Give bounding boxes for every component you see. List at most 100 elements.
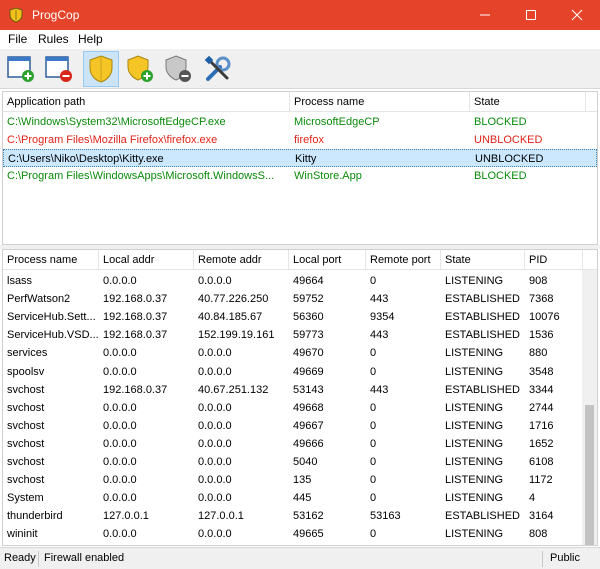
rule-process-cell: Kitty [295, 153, 317, 165]
remove-rule-button[interactable] [41, 51, 77, 87]
cell-local-addr: 0.0.0.0 [103, 437, 137, 450]
col-process-name[interactable]: Process name [3, 250, 99, 270]
cell-local-addr: 0.0.0.0 [103, 474, 137, 487]
cell-local-port: 49665 [293, 528, 324, 541]
cell-remote-addr: 127.0.0.1 [198, 510, 244, 523]
connection-row[interactable]: wininit 0.0.0.0 0.0.0.0 49665 0 LISTENING 808 [3, 525, 597, 543]
col-state[interactable]: State [470, 92, 586, 112]
shield-remove-button[interactable] [160, 51, 196, 87]
col-remote-port[interactable]: Remote port [366, 250, 441, 270]
col-local-port[interactable]: Local port [289, 250, 366, 270]
cell-remote-port: 443 [370, 329, 389, 342]
cell-remote-addr: 40.77.226.250 [198, 293, 269, 306]
connection-row[interactable]: lsass 0.0.0.0 0.0.0.0 49664 0 LISTENING 908 [3, 272, 597, 290]
cell-state: LISTENING [445, 419, 504, 432]
cell-remote-port: 0 [370, 275, 377, 287]
rule-row[interactable]: C:\Users\Niko\Desktop\Kitty.exe Kitty UNBL… [3, 149, 597, 167]
cell-pid: 7368 [529, 293, 554, 306]
connection-row[interactable]: svchost 0.0.0.0 0.0.0.0 49666 0 LISTENING 1652 [3, 435, 597, 453]
cell-remote-port: 53163 [370, 510, 401, 523]
rule-state-cell: BLOCKED [474, 116, 527, 128]
cell-process-name: svchost [7, 401, 45, 414]
connection-row[interactable]: svchost 192.168.0.37 40.67.251.132 53143 443… [3, 381, 597, 399]
col-process-name[interactable]: Process name [290, 92, 470, 112]
connection-row[interactable]: svchost 0.0.0.0 0.0.0.0 49667 0 LISTENING 1716 [3, 417, 597, 435]
cell-pid: 3548 [529, 365, 554, 378]
cell-state: LISTENING [445, 437, 504, 450]
cell-remote-port: 0 [370, 492, 377, 505]
cell-process-name: PerfWatson2 [7, 293, 71, 306]
rule-path-cell: C:\Windows\System32\MicrosoftEdgeCP.exe [7, 116, 226, 128]
close-icon [571, 9, 583, 21]
cell-local-addr: 0.0.0.0 [103, 492, 137, 505]
status-separator [38, 551, 39, 567]
connection-row[interactable]: svchost 0.0.0.0 0.0.0.0 49668 0 LISTENING 2744 [3, 399, 597, 417]
connection-row[interactable]: services 0.0.0.0 0.0.0.0 49670 0 LISTENING 880 [3, 344, 597, 362]
connection-row[interactable]: System 0.0.0.0 0.0.0.0 445 0 LISTENING 4 [3, 489, 597, 507]
connection-row[interactable]: svchost 0.0.0.0 0.0.0.0 135 0 LISTENING 1172 [3, 471, 597, 489]
cell-local-addr: 0.0.0.0 [103, 528, 137, 541]
status-profile: Public [550, 552, 580, 564]
rule-row[interactable]: C:\Program Files\Mozilla Firefox\firefox… [3, 131, 597, 149]
connection-row[interactable]: svchost 0.0.0.0 0.0.0.0 5040 0 LISTENING 6108 [3, 453, 597, 471]
cell-process-name: lsass [7, 275, 33, 287]
rule-process-cell: MicrosoftEdgeCP [294, 116, 380, 128]
cell-remote-addr: 0.0.0.0 [198, 347, 232, 360]
toolbar [0, 49, 600, 89]
minimize-button[interactable] [462, 0, 508, 30]
cell-local-addr: 0.0.0.0 [103, 401, 137, 414]
connection-row[interactable]: spoolsv 0.0.0.0 0.0.0.0 49669 0 LISTENING 3548 [3, 363, 597, 381]
cell-remote-addr: 0.0.0.0 [198, 419, 232, 432]
cell-local-port: 49666 [293, 437, 324, 450]
add-rule-button[interactable] [3, 51, 39, 87]
cell-state: LISTENING [445, 492, 504, 505]
cell-local-addr: 0.0.0.0 [103, 419, 137, 432]
connections-header: Process name Local addr Remote addr Local p… [3, 250, 597, 270]
rule-row[interactable]: C:\Windows\System32\MicrosoftEdgeCP.exe M… [3, 113, 597, 131]
cell-pid: 808 [529, 528, 548, 541]
col-local-addr[interactable]: Local addr [99, 250, 194, 270]
col-remote-addr[interactable]: Remote addr [194, 250, 289, 270]
cell-process-name: wininit [7, 528, 38, 541]
rule-row[interactable]: C:\Program Files\WindowsApps\Microsoft.W… [3, 167, 597, 185]
connection-row[interactable]: ServiceHub.Sett... 192.168.0.37 40.84.185.… [3, 308, 597, 326]
rule-process-cell: WinStore.App [294, 170, 362, 182]
close-button[interactable] [554, 0, 600, 30]
scrollbar-thumb[interactable] [585, 405, 594, 545]
rule-path-cell: C:\Users\Niko\Desktop\Kitty.exe [8, 153, 164, 165]
connection-row[interactable]: PerfWatson2 192.168.0.37 40.77.226.250 5975… [3, 290, 597, 308]
cell-remote-port: 0 [370, 437, 377, 450]
col-application-path[interactable]: Application path [3, 92, 290, 112]
window-remove-icon [45, 56, 72, 82]
connection-row[interactable]: thunderbird 127.0.0.1 127.0.0.1 53162 53163 E… [3, 507, 597, 525]
vertical-scrollbar[interactable] [582, 270, 597, 545]
menu-file[interactable]: File [8, 32, 27, 46]
tools-icon [204, 55, 231, 81]
cell-remote-port: 0 [370, 365, 377, 378]
shield-add-button[interactable] [122, 51, 158, 87]
cell-pid: 908 [529, 275, 548, 287]
cell-local-addr: 0.0.0.0 [103, 365, 137, 378]
cell-remote-port: 443 [370, 383, 389, 396]
col-pid[interactable]: PID [525, 250, 583, 270]
cell-process-name: svchost [7, 419, 45, 432]
menu-help[interactable]: Help [78, 32, 103, 46]
cell-process-name: svchost [7, 474, 45, 487]
connection-row[interactable]: ServiceHub.VSD... 192.168.0.37 152.199.19.… [3, 326, 597, 344]
cell-process-name: System [7, 492, 44, 505]
cell-local-port: 49667 [293, 419, 324, 432]
shield-button[interactable] [83, 51, 119, 87]
title-bar: ProgCop [0, 0, 600, 30]
status-separator [542, 551, 543, 567]
cell-state: LISTENING [445, 275, 504, 287]
settings-button[interactable] [200, 51, 236, 87]
cell-state: LISTENING [445, 474, 504, 487]
cell-local-addr: 0.0.0.0 [103, 456, 137, 468]
cell-remote-port: 443 [370, 293, 389, 306]
menu-rules[interactable]: Rules [38, 32, 69, 46]
cell-remote-addr: 152.199.19.161 [198, 329, 275, 342]
cell-process-name: services [7, 347, 48, 360]
maximize-button[interactable] [508, 0, 554, 30]
col-state[interactable]: State [441, 250, 525, 270]
cell-state: ESTABLISHED [445, 293, 520, 306]
